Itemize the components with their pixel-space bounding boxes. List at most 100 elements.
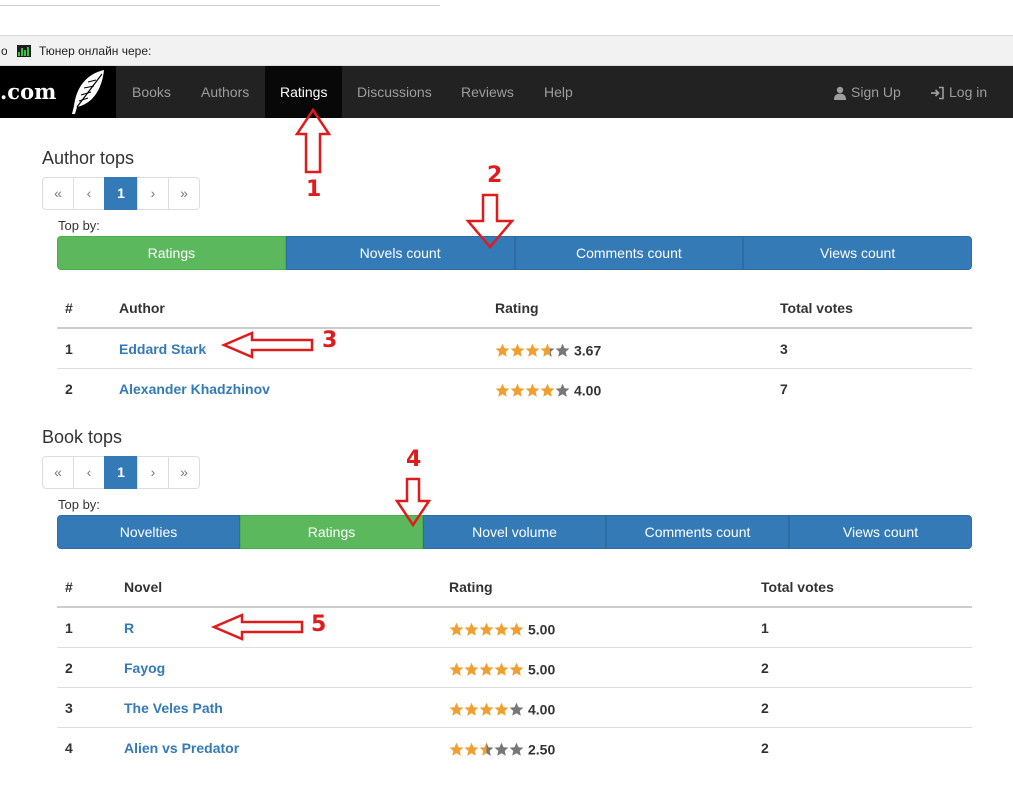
feather-icon	[72, 70, 104, 114]
pagination-prev[interactable]: ‹	[73, 456, 105, 489]
rating-cell: 2.50	[449, 728, 555, 768]
votes-cell: 3	[780, 341, 788, 357]
table-row: 2 Fayog 5.00 2	[57, 647, 972, 687]
log-in-icon	[931, 86, 944, 100]
row-num: 3	[65, 700, 73, 716]
pagination-last[interactable]: »	[168, 456, 200, 489]
rating-value: 5.00	[528, 661, 556, 678]
votes-cell: 7	[780, 381, 788, 397]
col-num: #	[65, 300, 73, 316]
bookmark-fragment[interactable]: о	[1, 44, 7, 58]
col-rating: Rating	[449, 579, 493, 595]
author-sort-comments-count[interactable]: Comments count	[514, 236, 744, 270]
novel-name-cell: The Veles Path	[124, 688, 223, 728]
novel-link[interactable]: Fayog	[124, 660, 165, 676]
novel-link[interactable]: Alien vs Predator	[124, 740, 239, 756]
star-icon	[509, 702, 524, 716]
col-total-votes: Total votes	[761, 579, 834, 595]
pagination-next[interactable]: ›	[137, 177, 169, 210]
nav-books[interactable]: Books	[117, 66, 186, 118]
log-in-link[interactable]: Log in	[915, 66, 1002, 118]
star-icon	[494, 702, 509, 716]
star-icon	[494, 662, 509, 676]
brand-logo[interactable]: .com	[0, 66, 116, 118]
author-sort-ratings[interactable]: Ratings	[57, 236, 286, 270]
book-pagination: « ‹ 1 › »	[42, 456, 200, 489]
nav-help[interactable]: Help	[529, 66, 588, 118]
table-header: # Author Rating Total votes	[57, 288, 972, 328]
row-num: 2	[65, 660, 73, 676]
novel-link[interactable]: R	[124, 620, 134, 636]
novel-link[interactable]: The Veles Path	[124, 700, 223, 716]
star-rating	[495, 383, 570, 398]
book-sort-comments-count[interactable]: Comments count	[606, 515, 789, 549]
book-tops-heading: Book tops	[42, 427, 123, 447]
book-sort-novelties[interactable]: Novelties	[57, 515, 240, 549]
tuner-favicon-icon	[17, 44, 31, 57]
star-icon	[494, 742, 509, 756]
nav-authors[interactable]: Authors	[186, 66, 264, 118]
col-total-votes: Total votes	[780, 300, 853, 316]
pagination-first[interactable]: «	[42, 456, 74, 489]
star-icon	[509, 742, 524, 756]
bookmark-tuner[interactable]: Тюнер онлайн чере:	[39, 44, 151, 58]
star-rating	[449, 622, 524, 637]
star-icon	[540, 383, 555, 397]
annotation-arrow-up-1	[294, 107, 332, 174]
votes-cell: 1	[761, 620, 769, 636]
rating-cell: 3.67	[495, 329, 601, 369]
author-tops-heading: Author tops	[42, 148, 135, 168]
votes-cell: 2	[761, 740, 769, 756]
pagination-prev[interactable]: ‹	[73, 177, 105, 210]
annotation-number-5: 5	[311, 612, 327, 637]
table-header: # Novel Rating Total votes	[57, 567, 972, 607]
rating-cell: 5.00	[449, 608, 555, 648]
row-num: 4	[65, 740, 73, 756]
annotation-number-3: 3	[322, 328, 338, 353]
book-sort-views-count[interactable]: Views count	[789, 515, 972, 549]
rating-cell: 5.00	[449, 648, 555, 688]
pagination-next[interactable]: ›	[137, 456, 169, 489]
nav-discussions[interactable]: Discussions	[342, 66, 447, 118]
star-icon	[509, 622, 524, 636]
sign-up-label: Sign Up	[851, 84, 901, 100]
rating-value: 2.50	[528, 741, 556, 758]
navbar: .com Books Authors Ratings Discussions R…	[0, 66, 1013, 118]
brand-text: .com	[0, 79, 57, 104]
novel-name-cell: R	[124, 608, 134, 648]
book-sort-novel-volume[interactable]: Novel volume	[423, 515, 606, 549]
col-num: #	[65, 579, 73, 595]
author-name-cell: Alexander Khadzhinov	[119, 369, 270, 409]
star-icon	[525, 343, 540, 357]
star-icon	[464, 622, 479, 636]
author-sort-views-count[interactable]: Views count	[743, 236, 972, 270]
pagination-first[interactable]: «	[42, 177, 74, 210]
author-link[interactable]: Eddard Stark	[119, 341, 206, 357]
pagination-last[interactable]: »	[168, 177, 200, 210]
star-icon	[449, 662, 464, 676]
user-icon	[834, 87, 846, 101]
browser-tab-strip	[0, 0, 440, 6]
votes-cell: 2	[761, 700, 769, 716]
star-icon	[449, 742, 464, 756]
book-top-by-label: Top by:	[58, 497, 100, 512]
star-icon	[449, 622, 464, 636]
row-num: 1	[65, 620, 73, 636]
nav-reviews[interactable]: Reviews	[446, 66, 529, 118]
sign-up-link[interactable]: Sign Up	[818, 66, 916, 118]
author-link[interactable]: Alexander Khadzhinov	[119, 381, 270, 397]
star-icon	[495, 343, 510, 357]
rating-value: 3.67	[574, 342, 602, 359]
pagination-page-1[interactable]: 1	[104, 177, 138, 210]
browser-address-area	[0, 0, 1013, 36]
star-icon	[540, 343, 555, 357]
row-num: 1	[65, 341, 73, 357]
rating-value: 4.00	[574, 382, 602, 399]
pagination-page-1[interactable]: 1	[104, 456, 138, 489]
rating-value: 4.00	[528, 701, 556, 718]
star-icon	[509, 662, 524, 676]
star-icon	[464, 742, 479, 756]
col-author: Author	[119, 300, 165, 316]
novel-name-cell: Alien vs Predator	[124, 728, 239, 768]
annotation-arrow-left-3	[220, 331, 314, 359]
